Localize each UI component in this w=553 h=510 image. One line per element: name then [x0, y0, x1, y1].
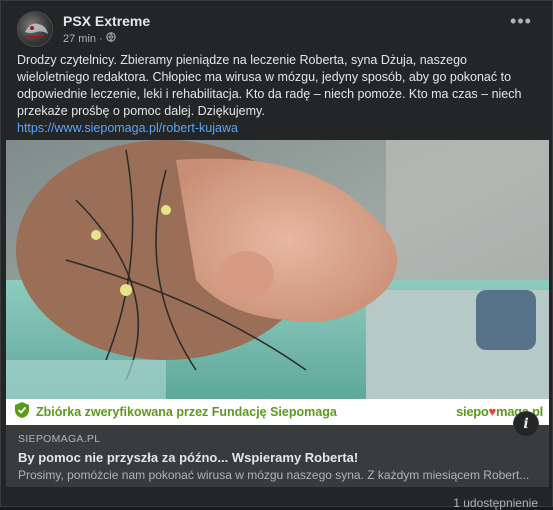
- globe-icon: [106, 32, 116, 45]
- link-domain: SIEPOMAGA.PL: [18, 433, 101, 445]
- page-name-link[interactable]: PSX Extreme: [63, 13, 150, 29]
- meta-separator: ·: [99, 32, 103, 45]
- heart-icon: ♥: [488, 404, 497, 419]
- info-icon[interactable]: i: [513, 411, 539, 437]
- banner-text: Zbiórka zweryfikowana przez Fundację Sie…: [36, 405, 337, 419]
- page-avatar[interactable]: [17, 11, 53, 47]
- shares-count[interactable]: 1 udostępnienie: [453, 496, 538, 510]
- verified-shield-icon: [14, 401, 30, 424]
- facebook-post: PSX Extreme 27 min · ••• Drodzy czytelni…: [0, 0, 553, 510]
- post-meta: 27 min ·: [63, 32, 116, 45]
- post-image[interactable]: [6, 140, 549, 399]
- link-preview[interactable]: i SIEPOMAGA.PL By pomoc nie przyszła za …: [6, 411, 549, 487]
- post-link[interactable]: https://www.siepomaga.pl/robert-kujawa: [17, 120, 541, 137]
- verified-fundraiser-banner[interactable]: Zbiórka zweryfikowana przez Fundację Sie…: [6, 399, 549, 425]
- logo-prefix: siepo: [456, 404, 489, 419]
- more-options-button[interactable]: •••: [505, 11, 537, 39]
- post-body: Drodzy czytelnicy. Zbieramy pieniądze na…: [17, 52, 541, 137]
- post-message: Drodzy czytelnicy. Zbieramy pieniądze na…: [17, 53, 522, 118]
- post-header: PSX Extreme 27 min · •••: [17, 11, 537, 51]
- link-description: Prosimy, pomóżcie nam pokonać wirusa w m…: [18, 468, 530, 482]
- link-title[interactable]: By pomoc nie przyszła za późno... Wspier…: [18, 450, 358, 465]
- post-time-link[interactable]: 27 min: [63, 33, 96, 45]
